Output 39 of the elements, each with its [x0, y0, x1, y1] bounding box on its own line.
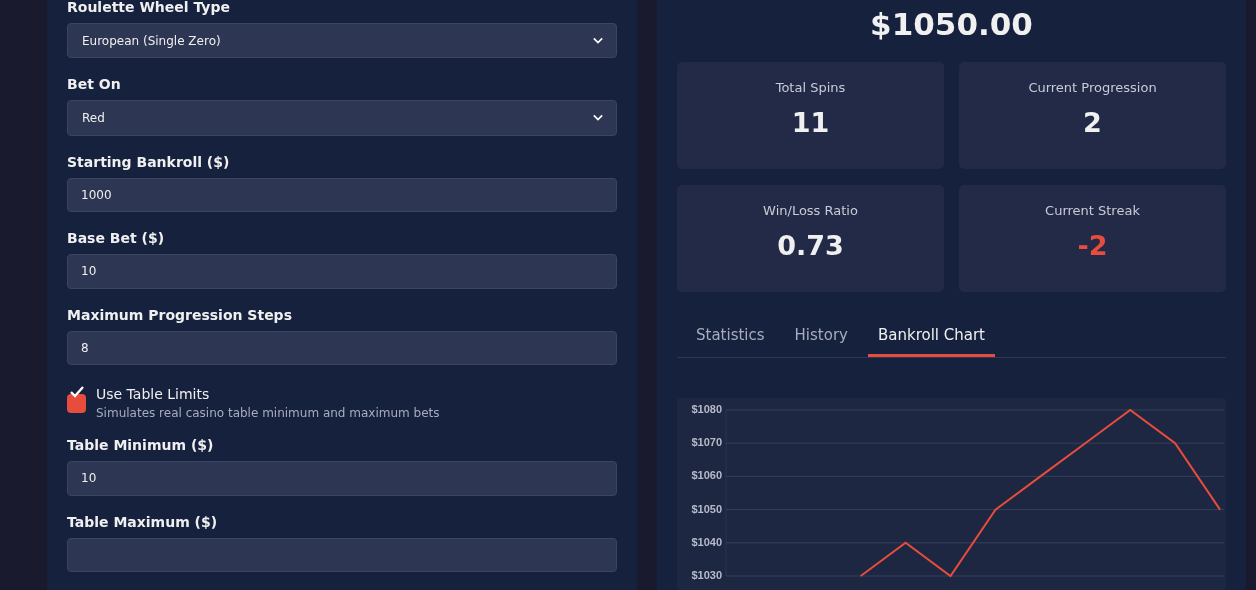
field-label: Roulette Wheel Type: [67, 0, 232, 15]
stat-label: Current Progression: [1028, 80, 1157, 95]
y-axis-label: $1050: [691, 502, 722, 515]
tab[interactable]: History: [784, 317, 858, 357]
stat-label: Total Spins: [775, 80, 846, 95]
stat-value: -2: [1077, 230, 1108, 261]
y-axis-label: $1060: [691, 469, 722, 482]
stat-value: 11: [791, 107, 830, 138]
field-label: Table Maximum ($): [67, 513, 219, 530]
checkbox[interactable]: [67, 386, 86, 414]
stat-label: Current Streak: [1045, 203, 1140, 218]
bankroll-amount: $1050.00: [869, 6, 1034, 42]
checkbox-hint: Simulates real casino table minimum and maximum bets: [96, 406, 440, 421]
select-value: European (Single Zero): [82, 33, 221, 48]
number-input[interactable]: 10: [67, 461, 617, 496]
select-field[interactable]: European (Single Zero): [67, 23, 617, 59]
field-label: Table Minimum ($): [67, 437, 215, 454]
number-input[interactable]: 10: [67, 254, 617, 289]
y-axis-label: $1080: [691, 402, 722, 415]
chevron-down-icon: [593, 37, 603, 45]
select-value: Red: [82, 111, 105, 125]
field-label: Maximum Progression Steps: [67, 306, 293, 323]
y-axis-label: $1040: [691, 535, 722, 548]
stat-value: 0.73: [777, 230, 844, 261]
stat-value: 2: [1083, 107, 1102, 138]
field-label: Base Bet ($): [67, 230, 166, 247]
number-input[interactable]: 1000: [67, 177, 617, 213]
y-axis-label: $1070: [691, 436, 722, 449]
number-input[interactable]: [67, 537, 617, 572]
field-label: Bet On: [67, 76, 122, 93]
chevron-down-icon: [593, 114, 603, 122]
field-label: Starting Bankroll ($): [67, 153, 231, 170]
y-axis-label: $1030: [691, 568, 722, 581]
stat-label: Win/Loss Ratio: [763, 203, 858, 218]
select-field[interactable]: Red: [67, 100, 617, 136]
checkbox-label: Use Table Limits: [96, 386, 211, 403]
number-input[interactable]: 8: [67, 330, 617, 366]
tab[interactable]: Bankroll Chart: [867, 317, 995, 357]
tab[interactable]: Statistics: [686, 317, 775, 357]
